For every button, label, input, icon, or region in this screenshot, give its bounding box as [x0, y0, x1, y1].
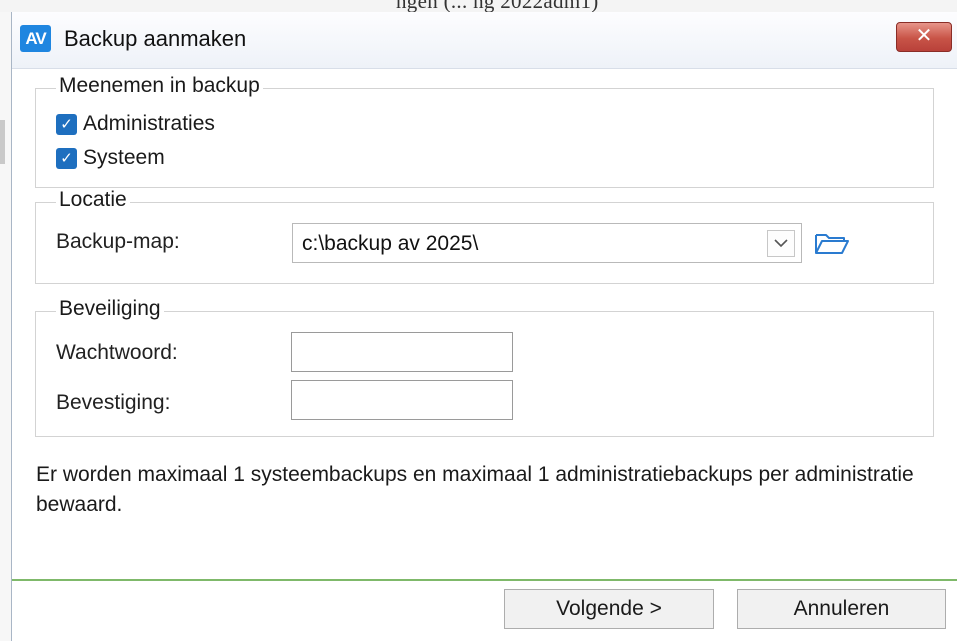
dropdown-button[interactable] [767, 230, 795, 257]
location-group: Locatie Backup-map: c:\backup av 2025\ [35, 188, 934, 284]
include-group-legend: Meenemen in backup [56, 74, 263, 98]
password-label: Wachtwoord: [56, 341, 178, 364]
backup-folder-value: c:\backup av 2025\ [302, 232, 479, 255]
confirm-label: Bevestiging: [56, 391, 171, 414]
retention-info-text: Er worden maximaal 1 systeembackups en m… [36, 463, 914, 516]
checkbox-systeem[interactable]: ✓ Systeem [56, 145, 165, 171]
background-scroll-mark [0, 120, 5, 164]
chevron-down-icon [774, 239, 788, 248]
password-field[interactable] [291, 332, 513, 372]
security-group-legend: Beveiliging [56, 297, 164, 321]
close-button[interactable]: ✕ [896, 22, 952, 52]
close-icon: ✕ [915, 25, 933, 47]
footer-separator [12, 579, 957, 581]
folder-open-icon[interactable] [814, 231, 850, 255]
location-group-legend: Locatie [56, 188, 130, 212]
confirm-password-field[interactable] [291, 380, 513, 420]
next-button[interactable]: Volgende > [504, 589, 714, 629]
checkbox-label-administraties: Administraties [83, 112, 215, 135]
backup-dialog: AV Backup aanmaken ✕ Meenemen in backup … [11, 12, 957, 641]
checkmark-icon[interactable]: ✓ [56, 113, 77, 135]
app-logo-icon: AV [20, 25, 51, 52]
include-group: Meenemen in backup ✓ Administraties ✓ Sy… [35, 74, 934, 188]
background-window-text: ngen (... ng 2022adm1) [396, 0, 599, 12]
dialog-title: Backup aanmaken [64, 26, 247, 51]
background-window-top: ngen (... ng 2022adm1) [0, 0, 957, 12]
backup-folder-combobox[interactable]: c:\backup av 2025\ [292, 223, 802, 263]
backup-folder-label: Backup-map: [56, 230, 180, 253]
title-bar[interactable]: AV Backup aanmaken ✕ [12, 12, 957, 69]
checkbox-label-systeem: Systeem [83, 146, 165, 169]
security-group: Beveiliging Wachtwoord: Bevestiging: [35, 297, 934, 437]
cancel-button[interactable]: Annuleren [737, 589, 946, 629]
checkbox-administraties[interactable]: ✓ Administraties [56, 111, 215, 137]
checkmark-icon[interactable]: ✓ [56, 147, 77, 169]
